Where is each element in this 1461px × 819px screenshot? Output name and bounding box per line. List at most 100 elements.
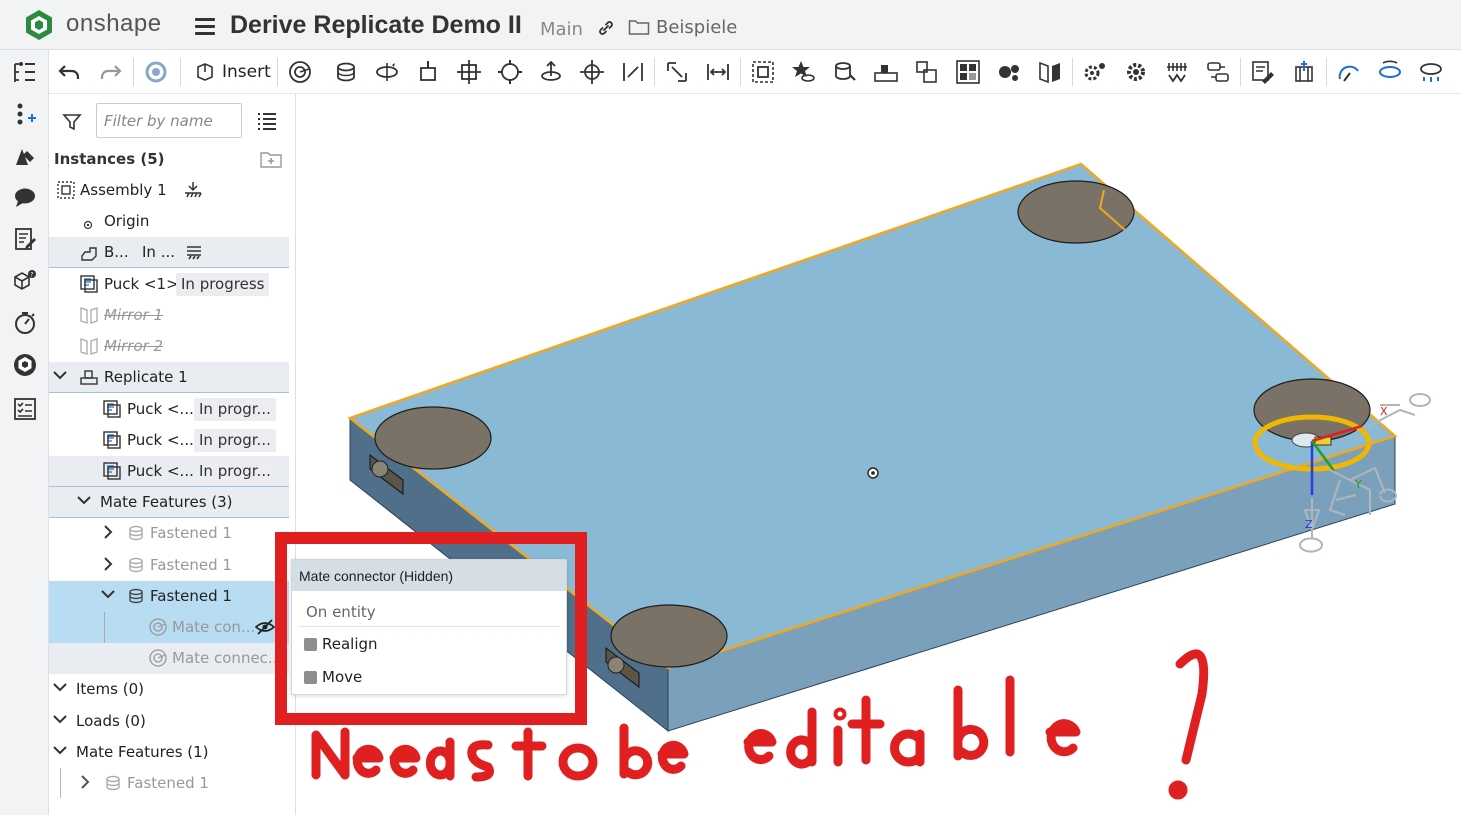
pin-slot-mate-icon[interactable] xyxy=(538,59,564,85)
redo-icon[interactable] xyxy=(97,59,123,85)
chevron-right-icon[interactable] xyxy=(80,775,90,789)
circular-pattern-icon[interactable] xyxy=(914,59,940,85)
tree-item-fastened-selected[interactable]: Fastened 1 xyxy=(49,581,289,612)
feature-list-icon[interactable] xyxy=(12,60,38,86)
branch-label[interactable]: Main xyxy=(540,19,583,40)
relation-icon[interactable] xyxy=(791,59,817,85)
mass-properties-icon[interactable] xyxy=(1291,59,1317,85)
undo-icon[interactable] xyxy=(57,59,83,85)
link-icon[interactable] xyxy=(597,19,615,41)
tree-item-label: Puck <1> xyxy=(104,275,179,293)
tree-item-loads-group[interactable]: Loads (0) xyxy=(49,706,289,737)
revolute-mate-icon[interactable] xyxy=(374,59,400,85)
gear-relation-icon[interactable] xyxy=(996,59,1022,85)
tree-item-assembly[interactable]: Assembly 1 xyxy=(49,175,289,206)
rack-pinion-icon[interactable] xyxy=(1164,59,1190,85)
chevron-down-icon[interactable] xyxy=(53,715,67,725)
mirror-icon xyxy=(79,305,99,325)
document-title[interactable]: Derive Replicate Demo II xyxy=(230,11,522,40)
replicate-icon xyxy=(79,367,99,387)
linear-relation-icon[interactable] xyxy=(1205,59,1231,85)
fastened-mate-icon[interactable] xyxy=(333,59,359,85)
slider-mate-icon[interactable] xyxy=(415,59,441,85)
tree-item-mate-features-root[interactable]: Mate Features (1) xyxy=(49,737,289,768)
planar-mate-icon[interactable] xyxy=(456,59,482,85)
tree-item-mate-connector-hidden[interactable]: Mate con... xyxy=(49,612,289,674)
move-icon xyxy=(304,670,317,684)
fixed-ground-icon xyxy=(183,180,203,200)
chevron-right-icon[interactable] xyxy=(103,525,113,539)
chevron-down-icon[interactable] xyxy=(53,683,67,693)
appearance-icon[interactable] xyxy=(12,143,38,169)
realign-menu-item[interactable]: Realign xyxy=(304,635,378,653)
checklist-icon[interactable] xyxy=(12,396,38,422)
mirror-icon[interactable] xyxy=(1037,59,1063,85)
tree-item-fastened[interactable]: Fastened 1 xyxy=(49,550,289,581)
width-mate-icon[interactable] xyxy=(705,59,731,85)
chevron-down-icon[interactable] xyxy=(53,371,67,381)
notes-icon[interactable] xyxy=(12,226,38,252)
tree-item-label: Mate con... xyxy=(172,618,256,636)
replicate-icon[interactable] xyxy=(832,59,858,85)
comments-icon[interactable] xyxy=(12,184,38,210)
filter-icon[interactable] xyxy=(62,112,82,136)
explode-view-icon[interactable] xyxy=(955,59,981,85)
tree-item-label: Assembly 1 xyxy=(80,181,167,199)
tree-item-items-group[interactable]: Items (0) xyxy=(49,674,289,705)
move-menu-item[interactable]: Move xyxy=(304,668,362,686)
tree-item-label: Fastened 1 xyxy=(150,524,232,542)
tree-item-puck-replica[interactable]: Puck <... In progr... xyxy=(49,394,289,425)
tree-item-mirror-1[interactable]: Mirror 1 xyxy=(49,300,289,331)
chevron-down-icon[interactable] xyxy=(53,746,67,756)
onshape-app-icon[interactable] xyxy=(12,352,38,378)
tree-item-base[interactable]: B... In ... xyxy=(49,237,289,268)
left-rail: ? xyxy=(0,50,49,815)
list-view-icon[interactable] xyxy=(257,112,277,134)
tree-item-origin[interactable]: Origin xyxy=(49,206,289,237)
view-cube-icon[interactable] xyxy=(1418,59,1444,85)
chevron-down-icon[interactable] xyxy=(77,496,91,506)
tree-item-puck-replica[interactable]: Puck <... In progr... xyxy=(49,425,289,456)
gear-icon[interactable] xyxy=(1123,59,1149,85)
tangent-mate-icon[interactable] xyxy=(664,59,690,85)
tree-item-puck[interactable]: Puck <1> In progress xyxy=(49,269,289,300)
logo-text: onshape xyxy=(66,10,162,37)
gear-settings-icon[interactable] xyxy=(1082,59,1108,85)
tree-item-label: Fastened 1 xyxy=(150,587,232,605)
ball-mate-icon[interactable] xyxy=(579,59,605,85)
tree-item-replicate[interactable]: Replicate 1 xyxy=(49,362,289,393)
linear-pattern-icon[interactable] xyxy=(873,59,899,85)
folder-icon[interactable] xyxy=(628,18,650,40)
animation-timer-icon[interactable] xyxy=(12,310,38,336)
configuration-icon[interactable]: ? xyxy=(12,268,38,294)
hamburger-menu-icon[interactable] xyxy=(195,18,215,35)
insert-button[interactable]: Insert xyxy=(194,58,271,86)
measure-icon[interactable] xyxy=(1250,59,1276,85)
tree-item-fastened-root[interactable]: Fastened 1 xyxy=(49,768,289,799)
tree-item-mate-connector[interactable]: Mate connec... xyxy=(49,643,289,674)
add-folder-icon[interactable] xyxy=(259,149,283,173)
tree-item-mate-features-group[interactable]: Mate Features (3) xyxy=(49,487,289,518)
regenerate-icon[interactable] xyxy=(143,59,169,85)
tree-item-puck-replica[interactable]: Puck <... In progr... xyxy=(49,456,289,487)
parallel-mate-icon[interactable] xyxy=(620,59,646,85)
mate-connector-icon[interactable] xyxy=(287,59,313,85)
part-icon xyxy=(102,399,122,419)
group-icon[interactable] xyxy=(750,59,776,85)
hidden-eye-icon[interactable] xyxy=(254,617,276,637)
onshape-logo-icon[interactable] xyxy=(22,8,56,42)
chevron-right-icon[interactable] xyxy=(103,557,113,571)
assembly-icon xyxy=(56,180,76,200)
tree-item-mirror-2[interactable]: Mirror 2 xyxy=(49,331,289,362)
display-state-icon[interactable] xyxy=(1336,59,1362,85)
section-view-icon[interactable] xyxy=(1377,59,1403,85)
filter-input[interactable] xyxy=(96,103,242,138)
tree-item-fastened[interactable]: Fastened 1 xyxy=(49,518,289,549)
status-chip: In progr... xyxy=(194,460,276,483)
fastened-mate-icon xyxy=(126,586,146,606)
chevron-down-icon[interactable] xyxy=(101,590,115,600)
add-instance-icon[interactable] xyxy=(12,102,38,128)
cylindrical-mate-icon[interactable] xyxy=(497,59,523,85)
part-icon xyxy=(79,274,99,294)
folder-label[interactable]: Beispiele xyxy=(656,17,737,38)
